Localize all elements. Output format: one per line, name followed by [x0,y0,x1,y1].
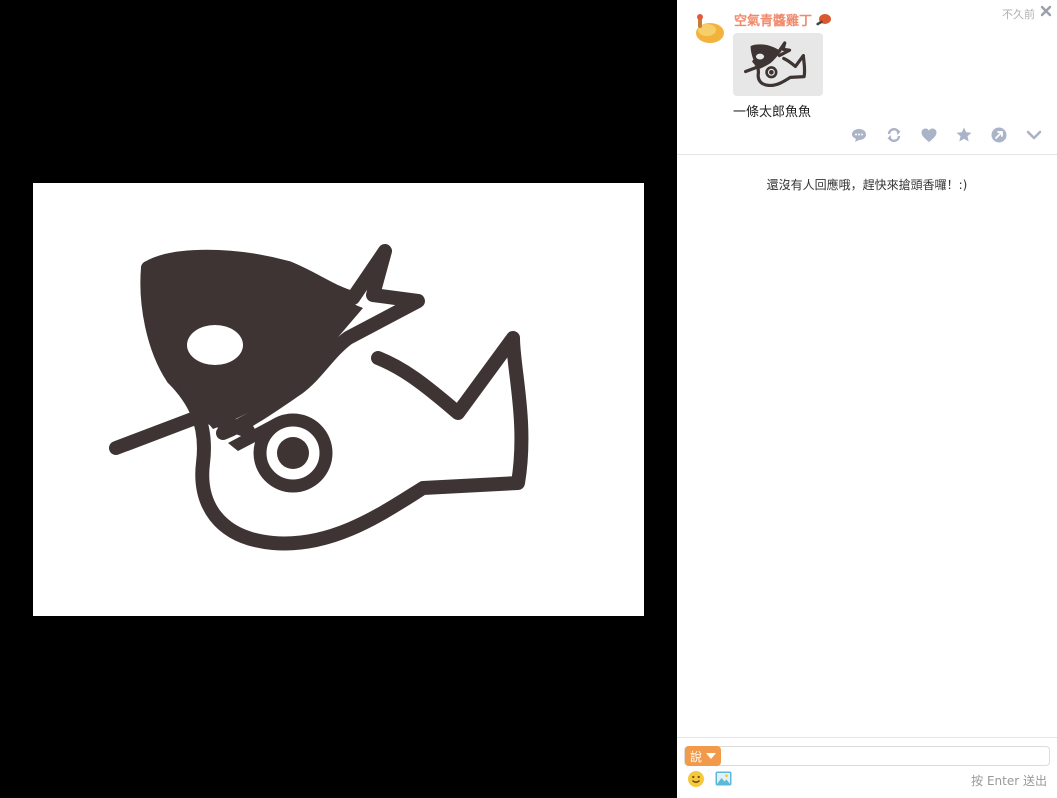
mode-select-button[interactable]: 說 [685,746,722,766]
author-name[interactable]: 空氣青醬雞丁 [734,10,832,29]
post-actions [850,126,1043,144]
mode-label: 說 [690,749,703,764]
no-comments-message: 還沒有人回應哦，趕快來搶頭香囉！:) [766,178,968,192]
side-panel: 空氣青醬雞丁 不久前 一條太郎魚魚 還沒有人回應哦，趕快來搶頭香囉！:) 說 按… [677,0,1057,798]
comment-composer: 說 按 Enter 送出 [677,737,1057,798]
share-icon[interactable] [990,126,1008,144]
repost-icon[interactable] [885,126,903,144]
drumstick-icon [816,13,832,25]
photo[interactable] [33,183,644,616]
post-time: 不久前 [1002,8,1035,21]
post-card: 空氣青醬雞丁 不久前 一條太郎魚魚 [677,0,1057,155]
smiley-icon[interactable] [687,770,705,788]
avatar[interactable] [693,12,727,46]
post-caption: 一條太郎魚魚 [733,105,812,120]
send-hint: 按 Enter 送出 [971,774,1047,788]
image-viewer [0,0,677,798]
post-thumbnail[interactable] [733,33,823,96]
close-icon[interactable] [1039,4,1053,18]
heart-icon[interactable] [920,126,938,144]
fish-drawing [109,244,529,551]
triangle-down-icon [706,753,717,759]
author-label: 空氣青醬雞丁 [734,14,813,29]
chevron-down-icon[interactable] [1025,126,1043,144]
comment-input[interactable]: 說 [684,746,1050,766]
star-icon[interactable] [955,126,973,144]
comment-icon[interactable] [850,126,868,144]
image-icon[interactable] [715,771,732,786]
thumbnail-drawing [744,41,807,87]
